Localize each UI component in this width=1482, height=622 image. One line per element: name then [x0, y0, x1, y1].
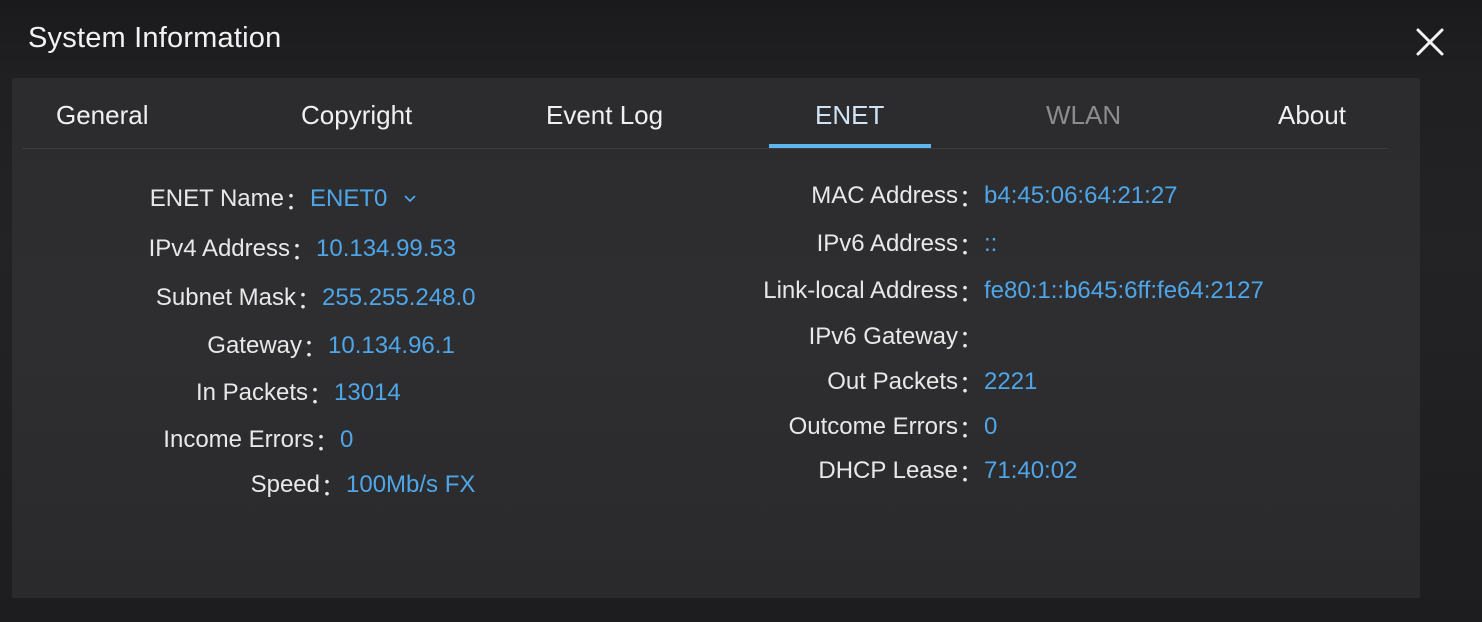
- content-panel: General Copyright Event Log ENET WLAN Ab…: [12, 78, 1420, 598]
- out-packets-label: Out Packets: [827, 367, 958, 395]
- mac-label: MAC Address: [811, 181, 958, 209]
- tab-about[interactable]: About: [1278, 100, 1346, 131]
- ipv6-label: IPv6 Address: [816, 229, 958, 257]
- separator: ：: [959, 185, 983, 212]
- separator: ：: [959, 280, 983, 307]
- tab-enet[interactable]: ENET: [815, 100, 884, 131]
- close-icon[interactable]: [1412, 24, 1448, 60]
- separator: ：: [959, 371, 983, 398]
- separator: ：: [959, 416, 983, 443]
- link-local-label: Link-local Address: [763, 276, 958, 304]
- mac-value: b4:45:06:64:21:27: [984, 181, 1178, 209]
- ipv6-gateway-label: IPv6 Gateway: [808, 322, 958, 350]
- separator: ：: [959, 233, 983, 260]
- dhcp-lease-row: DHCP Lease ： 71:40:02: [12, 453, 1077, 488]
- outcome-errors-label: Outcome Errors: [788, 412, 958, 440]
- ipv6-gateway-row: IPv6 Gateway ：: [12, 319, 984, 354]
- system-information-dialog: System Information General Copyright Eve…: [0, 0, 1482, 622]
- link-local-row: Link-local Address ： fe80:1::b645:6ff:fe…: [12, 273, 1264, 308]
- dialog-title: System Information: [28, 22, 282, 54]
- dhcp-lease-label: DHCP Lease: [818, 456, 958, 484]
- outcome-errors-value: 0: [984, 412, 998, 440]
- title-bar: System Information: [0, 0, 1482, 78]
- separator: ：: [959, 326, 983, 353]
- tab-bar: General Copyright Event Log ENET WLAN Ab…: [22, 78, 1388, 149]
- tab-event-log[interactable]: Event Log: [546, 100, 663, 131]
- ipv6-value: ::: [984, 229, 998, 257]
- dhcp-lease-value: 71:40:02: [984, 456, 1078, 484]
- link-local-value: fe80:1::b645:6ff:fe64:2127: [984, 276, 1264, 304]
- tab-general[interactable]: General: [56, 100, 149, 131]
- out-packets-value: 2221: [984, 367, 1038, 395]
- outcome-errors-row: Outcome Errors ： 0: [12, 409, 998, 444]
- separator: ：: [959, 460, 983, 487]
- ipv6-row: IPv6 Address ： ::: [12, 226, 998, 261]
- active-tab-indicator: [769, 144, 931, 148]
- tab-copyright[interactable]: Copyright: [301, 100, 412, 131]
- mac-row: MAC Address ： b4:45:06:64:21:27: [12, 178, 1178, 213]
- out-packets-row: Out Packets ： 2221: [12, 364, 1037, 399]
- tab-wlan[interactable]: WLAN: [1046, 100, 1121, 131]
